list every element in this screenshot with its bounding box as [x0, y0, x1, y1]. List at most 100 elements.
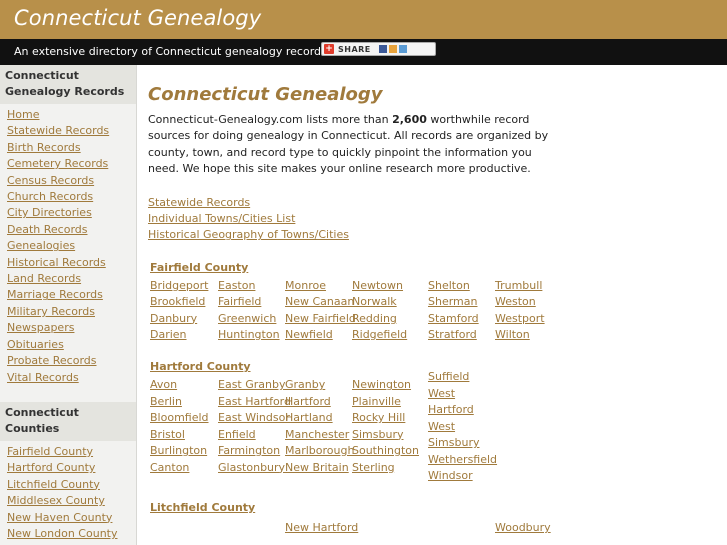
town-link[interactable]: Hartford [285, 394, 352, 410]
sidebar-county-link[interactable]: Hartford County [7, 460, 129, 476]
sidebar-record-link[interactable]: Genealogies [7, 238, 129, 254]
tagline-bar: An extensive directory of Connecticut ge… [0, 39, 727, 65]
sidebar-record-link[interactable]: Census Records [7, 173, 129, 189]
town-link[interactable]: Darien [150, 327, 218, 343]
town-link[interactable]: Canton [150, 460, 218, 476]
town-link[interactable]: Sherman [428, 294, 495, 310]
town-column: Newtown Norwalk Redding Ridgefield [352, 278, 428, 344]
sidebar-record-link[interactable]: Land Records [7, 271, 129, 287]
town-link[interactable]: West Simsbury [428, 419, 479, 452]
town-link[interactable]: Bristol [150, 427, 218, 443]
sidebar-record-link[interactable]: Home [7, 107, 129, 123]
counties-nav: Fairfield County Hartford County Litchfiel… [0, 441, 136, 545]
town-link[interactable]: Windsor [428, 468, 478, 484]
sidebar-record-link[interactable]: Probate Records [7, 353, 129, 369]
town-link[interactable]: East Granby [218, 377, 285, 393]
sidebar-record-link[interactable]: City Directories [7, 205, 129, 221]
sidebar-record-link[interactable]: Cemetery Records [7, 156, 129, 172]
town-column: East Granby East Hartford East Windsor Enfi… [218, 377, 291, 476]
intro-text: Connecticut-Genealogy.com lists more tha… [148, 113, 393, 126]
town-link[interactable]: Granby [285, 377, 352, 393]
town-link[interactable]: Wilton [495, 327, 555, 343]
town-link[interactable]: Newtown [352, 278, 428, 294]
quick-link[interactable]: Individual Towns/Cities List [148, 211, 708, 227]
town-link[interactable]: Woodbury [495, 520, 555, 536]
town-link[interactable]: Brookfield [150, 294, 218, 310]
quick-link[interactable]: Historical Geography of Towns/Cities [148, 227, 708, 243]
town-link[interactable]: Bridgeport [150, 278, 218, 294]
town-column: Granby Hartford Hartland Manchester Marlboro… [285, 377, 354, 476]
town-link[interactable]: New Fairfield [285, 311, 356, 327]
town-link[interactable]: New Canaan [285, 294, 354, 310]
town-link[interactable]: Weston [495, 294, 555, 310]
quick-links: Statewide Records Individual Towns/Cities… [148, 195, 708, 244]
town-link[interactable]: Easton [218, 278, 285, 294]
town-link[interactable]: East Hartford [218, 394, 291, 410]
town-column: Trumbull Weston Westport Wilton [495, 278, 555, 344]
town-link[interactable]: Enfield [218, 427, 285, 443]
town-link[interactable]: New Britain [285, 460, 352, 476]
site-title[interactable]: Connecticut Genealogy [14, 6, 261, 30]
sidebar-record-link[interactable]: Military Records [7, 304, 129, 320]
town-link[interactable]: Rocky Hill [352, 410, 428, 426]
sidebar-county-link[interactable]: New Haven County [7, 510, 129, 526]
town-link[interactable]: Marlborough [285, 443, 354, 459]
town-link[interactable]: Ridgefield [352, 327, 428, 343]
town-link[interactable]: Glastonbury [218, 460, 285, 476]
town-link[interactable]: West Hartford [428, 386, 478, 419]
sidebar-record-link[interactable]: Newspapers [7, 320, 129, 336]
town-link[interactable]: Bloomfield [150, 410, 218, 426]
town-link[interactable]: Burlington [150, 443, 218, 459]
town-link[interactable]: Newington [352, 377, 428, 393]
town-column: Monroe New Canaan New Fairfield Newfield [285, 278, 356, 344]
town-link[interactable]: Norwalk [352, 294, 428, 310]
town-link[interactable]: Berlin [150, 394, 218, 410]
town-link[interactable]: East Windsor [218, 410, 290, 426]
sidebar-county-link[interactable]: New London County [7, 526, 129, 542]
town-column: Suffield West Hartford West Simsbury Wether… [428, 369, 497, 484]
town-link[interactable]: Hartland [285, 410, 352, 426]
town-column: Bridgeport Brookfield Danbury Darien [150, 278, 218, 344]
town-link[interactable]: Newfield [285, 327, 352, 343]
share-button[interactable]: + SHARE [321, 42, 436, 56]
sidebar-record-link[interactable]: Marriage Records [7, 287, 129, 303]
town-link[interactable]: Monroe [285, 278, 352, 294]
town-link[interactable]: Stratford [428, 327, 495, 343]
town-link[interactable]: Shelton [428, 278, 495, 294]
sidebar-record-link[interactable]: Vital Records [7, 370, 129, 386]
sidebar-county-link[interactable]: Litchfield County [7, 477, 129, 493]
sidebar-record-link[interactable]: Church Records [7, 189, 129, 205]
fairfield-county-link[interactable]: Fairfield County [150, 260, 708, 276]
town-link[interactable]: Simsbury [352, 427, 428, 443]
bookmark-icon [388, 45, 397, 53]
town-link[interactable]: New Hartford [285, 520, 358, 536]
town-link[interactable]: Sterling [352, 460, 428, 476]
sidebar-county-link[interactable]: Fairfield County [7, 444, 129, 460]
town-link[interactable]: Fairfield [218, 294, 285, 310]
town-link[interactable]: Stamford [428, 311, 495, 327]
town-link[interactable]: Westport [495, 311, 555, 327]
town-link[interactable]: Southington [352, 443, 428, 459]
sidebar-county-link[interactable]: Middlesex County [7, 493, 129, 509]
town-link[interactable]: Huntington [218, 327, 285, 343]
share-label: SHARE [338, 44, 371, 54]
town-link[interactable]: Wethersfield [428, 452, 497, 468]
town-link[interactable]: Danbury [150, 311, 218, 327]
town-link[interactable]: Plainville [352, 394, 428, 410]
town-link[interactable]: Farmington [218, 443, 285, 459]
quick-link[interactable]: Statewide Records [148, 195, 708, 211]
sidebar-record-link[interactable]: Death Records [7, 222, 129, 238]
sidebar-record-link[interactable]: Statewide Records [7, 123, 129, 139]
town-link[interactable]: Trumbull [495, 278, 555, 294]
town-link[interactable]: Greenwich [218, 311, 285, 327]
sidebar-record-link[interactable]: Obituaries [7, 337, 129, 353]
sidebar-record-link[interactable]: Historical Records [7, 255, 129, 271]
town-link[interactable]: Redding [352, 311, 428, 327]
town-link[interactable]: Suffield [428, 369, 478, 385]
fairfield-towns: Bridgeport Brookfield Danbury Darien Easton F… [150, 278, 708, 344]
town-link[interactable]: Avon [150, 377, 218, 393]
litchfield-county-link[interactable]: Litchfield County [150, 500, 708, 516]
litchfield-towns: New Hartford Woodbury [150, 518, 708, 536]
town-link[interactable]: Manchester [285, 427, 352, 443]
sidebar-record-link[interactable]: Birth Records [7, 140, 129, 156]
